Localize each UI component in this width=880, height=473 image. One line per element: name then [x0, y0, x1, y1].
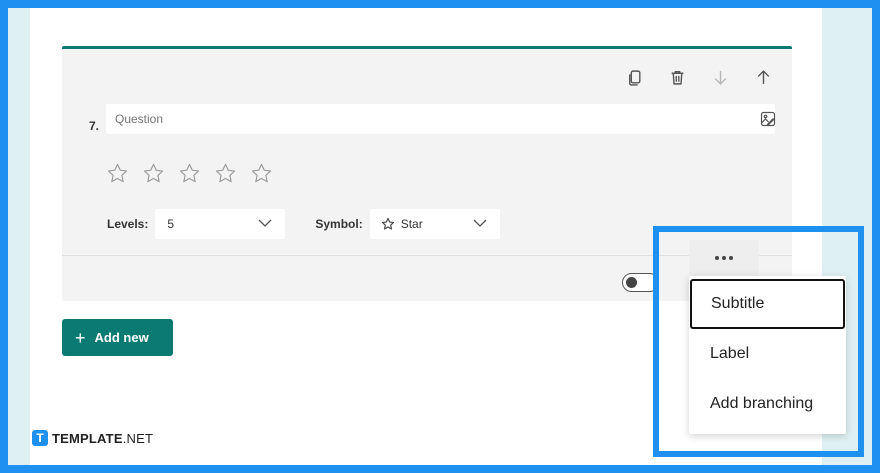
brand-logo-icon: T	[32, 430, 48, 446]
chevron-down-icon	[258, 219, 272, 227]
move-up-icon[interactable]	[752, 66, 774, 88]
menu-item-subtitle[interactable]: Subtitle	[690, 279, 845, 329]
star-symbol-icon	[381, 217, 395, 231]
symbol-label: Symbol:	[315, 217, 363, 231]
chevron-down-icon	[473, 219, 487, 227]
levels-value: 5	[167, 217, 175, 231]
insert-media-icon[interactable]	[759, 110, 777, 128]
star-icon[interactable]	[214, 162, 237, 185]
brand-watermark: T TEMPLATE.NET	[32, 430, 153, 446]
star-icon[interactable]	[250, 162, 273, 185]
menu-item-label[interactable]: Label	[689, 329, 846, 379]
delete-icon[interactable]	[666, 66, 688, 88]
plus-icon: +	[75, 327, 86, 348]
add-new-label: Add new	[94, 330, 149, 345]
toggle-knob	[626, 276, 637, 288]
copy-icon[interactable]	[623, 66, 645, 88]
levels-label: Levels:	[107, 217, 149, 231]
more-options-menu: Subtitle Label Add branching	[689, 276, 846, 434]
rating-settings: Levels: 5 Symbol: Star	[107, 209, 500, 239]
star-icon[interactable]	[106, 162, 129, 185]
question-toolbar	[623, 66, 774, 88]
rating-stars	[106, 162, 273, 185]
menu-item-add-branching[interactable]: Add branching	[689, 379, 846, 429]
question-number: 7.	[89, 119, 100, 133]
symbol-dropdown[interactable]: Star	[369, 209, 500, 239]
move-down-icon[interactable]	[709, 66, 731, 88]
star-icon[interactable]	[142, 162, 165, 185]
brand-name-bold: TEMPLATE	[52, 430, 123, 446]
question-input[interactable]	[106, 104, 775, 134]
levels-dropdown[interactable]: 5	[155, 209, 286, 239]
symbol-value: Star	[400, 217, 423, 231]
brand-name: TEMPLATE.NET	[52, 431, 153, 446]
add-new-button[interactable]: + Add new	[62, 319, 173, 356]
more-options-button[interactable]	[689, 240, 759, 276]
brand-name-suffix: .NET	[122, 430, 154, 446]
star-icon[interactable]	[178, 162, 201, 185]
